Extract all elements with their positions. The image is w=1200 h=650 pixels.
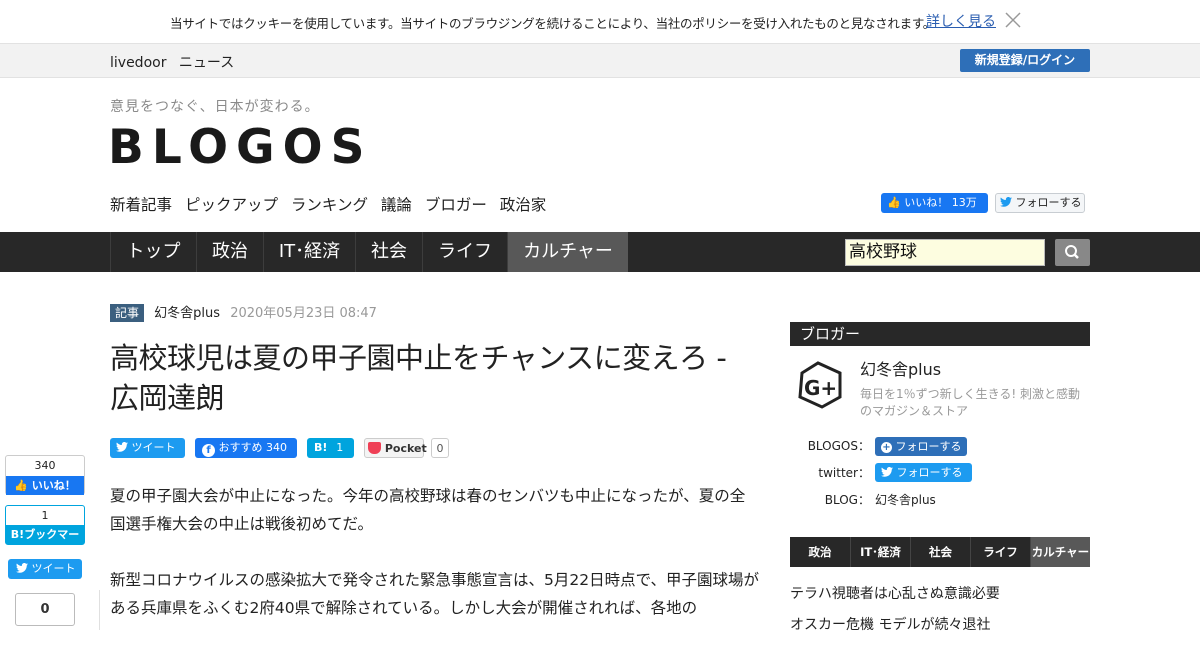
nav-item-life[interactable]: ライフ xyxy=(422,232,507,272)
facebook-recommend-count: 340 xyxy=(266,441,287,454)
sidebar-tab-life[interactable]: ライフ xyxy=(970,537,1030,567)
hatena-icon: B! xyxy=(314,441,328,454)
sub-navigation: 新着記事 ピックアップ ランキング 議論 ブロガー 政治家 xyxy=(110,193,554,215)
blogger-avatar[interactable]: G+ xyxy=(792,357,848,413)
twitter-bird-icon xyxy=(16,563,28,573)
float-tweet-label: ツイート xyxy=(31,562,76,575)
float-hatena-bookmark[interactable]: 1 B!ブックマーク xyxy=(5,505,85,560)
news-link[interactable]: ニュース xyxy=(179,55,234,71)
article-type-badge: 記事 xyxy=(110,304,145,322)
svg-text:G+: G+ xyxy=(804,376,837,400)
facebook-recommend-button[interactable]: f おすすめ 340 xyxy=(195,438,297,458)
twitter-bird-icon xyxy=(1000,197,1012,207)
twitter-follow-label: フォローする xyxy=(1015,196,1082,209)
article-author[interactable]: 幻冬舎plus xyxy=(154,306,220,321)
g-plus-logo-icon: G+ xyxy=(798,361,842,409)
article-title: 高校球児は夏の甲子園中止をチャンスに変えろ - 広岡達朗 xyxy=(110,341,727,415)
sidebar-article-link[interactable]: テラハ視聴者は心乱さぬ意識必要 xyxy=(790,583,1000,603)
blog-label: BLOG： xyxy=(824,493,870,507)
article-paragraph: 新型コロナウイルスの感染拡大で発令された緊急事態宣言は、5月22日時点で、甲子園… xyxy=(110,571,759,617)
site-logo[interactable]: BLOGOS xyxy=(108,120,372,175)
subnav-item-politicians[interactable]: 政治家 xyxy=(500,196,547,214)
float-facebook-like[interactable]: 340 👍 いいね！ xyxy=(5,455,85,495)
float-hatena-label: B!ブックマーク xyxy=(6,525,84,560)
search-button[interactable] xyxy=(1055,239,1090,266)
article-meta: 記事 幻冬舎plus 2020年05月23日 08:47 xyxy=(110,302,377,322)
subnav-item-debate[interactable]: 議論 xyxy=(381,196,412,214)
pocket-button[interactable]: Pocket xyxy=(364,438,427,458)
twitter-label: twitter： xyxy=(818,466,870,480)
subnav-item-pickup[interactable]: ピックアップ xyxy=(185,196,278,214)
float-divider xyxy=(99,590,100,630)
search-icon xyxy=(1065,245,1079,259)
subnav-item-ranking[interactable]: ランキング xyxy=(291,196,368,214)
livedoor-link[interactable]: livedoor xyxy=(110,55,166,71)
article-date: 2020年05月23日 08:47 xyxy=(230,306,377,321)
twitter-follow-button[interactable]: フォローする xyxy=(995,193,1085,213)
top-bar: livedoor ニュース 新規登録/ログイン xyxy=(0,43,1200,78)
site-tagline: 意見をつなぐ、日本が変わる。 xyxy=(110,99,320,115)
facebook-recommend-label: おすすめ xyxy=(218,441,263,454)
sidebar-twitter-follow-label: フォローする xyxy=(896,466,963,479)
hatena-bookmark-button[interactable]: B! 1 xyxy=(307,438,354,458)
blogger-description: 毎日を1％ずつ新しく生きる! 刺激と感動のマガジン＆ストア xyxy=(860,387,1081,418)
nav-item-society[interactable]: 社会 xyxy=(355,232,422,272)
sidebar-heading: ブロガー xyxy=(790,322,1090,346)
cookie-message: 当サイトではクッキーを使用しています。当サイトのブラウジングを続けることにより、… xyxy=(170,16,935,31)
sidebar-tab-society[interactable]: 社会 xyxy=(910,537,970,567)
tweet-label: ツイート xyxy=(131,441,176,454)
nav-item-it-economy[interactable]: IT･経済 xyxy=(263,232,355,272)
sidebar-tab-politics[interactable]: 政治 xyxy=(790,537,850,567)
thumbs-up-icon: 👍 xyxy=(887,196,901,209)
pocket-count: 0 xyxy=(431,438,449,458)
blogos-label: BLOGOS： xyxy=(807,439,870,453)
facebook-like-label: いいね！ 13万 xyxy=(904,196,977,209)
float-tweet-button[interactable]: ツイート xyxy=(8,559,82,579)
float-pocket-count[interactable]: 0 xyxy=(15,593,75,626)
brand-links: livedoor ニュース xyxy=(110,52,242,72)
float-facebook-label: いいね！ xyxy=(31,479,76,492)
float-facebook-count: 340 xyxy=(34,459,56,472)
subnav-item-bloggers[interactable]: ブロガー xyxy=(425,196,487,214)
float-hatena-count: 1 xyxy=(41,509,49,522)
nav-item-culture[interactable]: カルチャー xyxy=(507,232,628,272)
article-paragraph: 夏の甲子園大会が中止になった。今年の高校野球は春のセンバツも中止になったが、夏の… xyxy=(110,487,746,533)
cookie-banner: 当サイトではクッキーを使用しています。当サイトのブラウジングを続けることにより、… xyxy=(0,0,1200,43)
pocket-label: Pocket xyxy=(384,442,427,455)
twitter-bird-icon xyxy=(116,442,128,452)
subnav-item-new[interactable]: 新着記事 xyxy=(110,196,172,214)
twitter-bird-icon xyxy=(881,467,893,477)
blog-link[interactable]: 幻冬舎plus xyxy=(875,491,936,508)
article-body: 夏の甲子園大会が中止になった。今年の高校野球は春のセンバツも中止になったが、夏の… xyxy=(110,482,760,650)
nav-item-top[interactable]: トップ xyxy=(110,232,196,272)
cookie-more-link[interactable]: 詳しく見る xyxy=(926,11,996,31)
plus-icon: + xyxy=(881,442,892,453)
facebook-like-button[interactable]: 👍 いいね！ 13万 xyxy=(881,193,988,213)
blogger-name[interactable]: 幻冬舎plus xyxy=(860,356,941,380)
login-button[interactable]: 新規登録/ログイン xyxy=(960,49,1090,72)
blogos-follow-label: フォローする xyxy=(895,440,962,453)
main-navigation: トップ 政治 IT･経済 社会 ライフ カルチャー 高校野球 xyxy=(0,232,1200,272)
sidebar-article-link[interactable]: オスカー危機 モデルが続々退社 xyxy=(790,614,990,634)
pocket-icon xyxy=(368,442,381,454)
facebook-icon: f xyxy=(202,444,215,457)
sidebar-twitter-follow-button[interactable]: フォローする xyxy=(875,463,972,482)
sidebar-category-tabs: 政治 IT･経済 社会 ライフ カルチャー xyxy=(790,537,1090,567)
hatena-count: 1 xyxy=(336,441,344,454)
sidebar-tab-culture[interactable]: カルチャー xyxy=(1030,537,1090,567)
sidebar-tab-it-economy[interactable]: IT･経済 xyxy=(850,537,910,567)
nav-item-politics[interactable]: 政治 xyxy=(196,232,263,272)
thumbs-up-icon: 👍 xyxy=(14,479,28,492)
search-input[interactable]: 高校野球 xyxy=(845,239,1045,266)
tweet-button[interactable]: ツイート xyxy=(110,438,185,458)
blogos-follow-button[interactable]: + フォローする xyxy=(875,437,967,456)
close-icon[interactable] xyxy=(1004,11,1022,29)
